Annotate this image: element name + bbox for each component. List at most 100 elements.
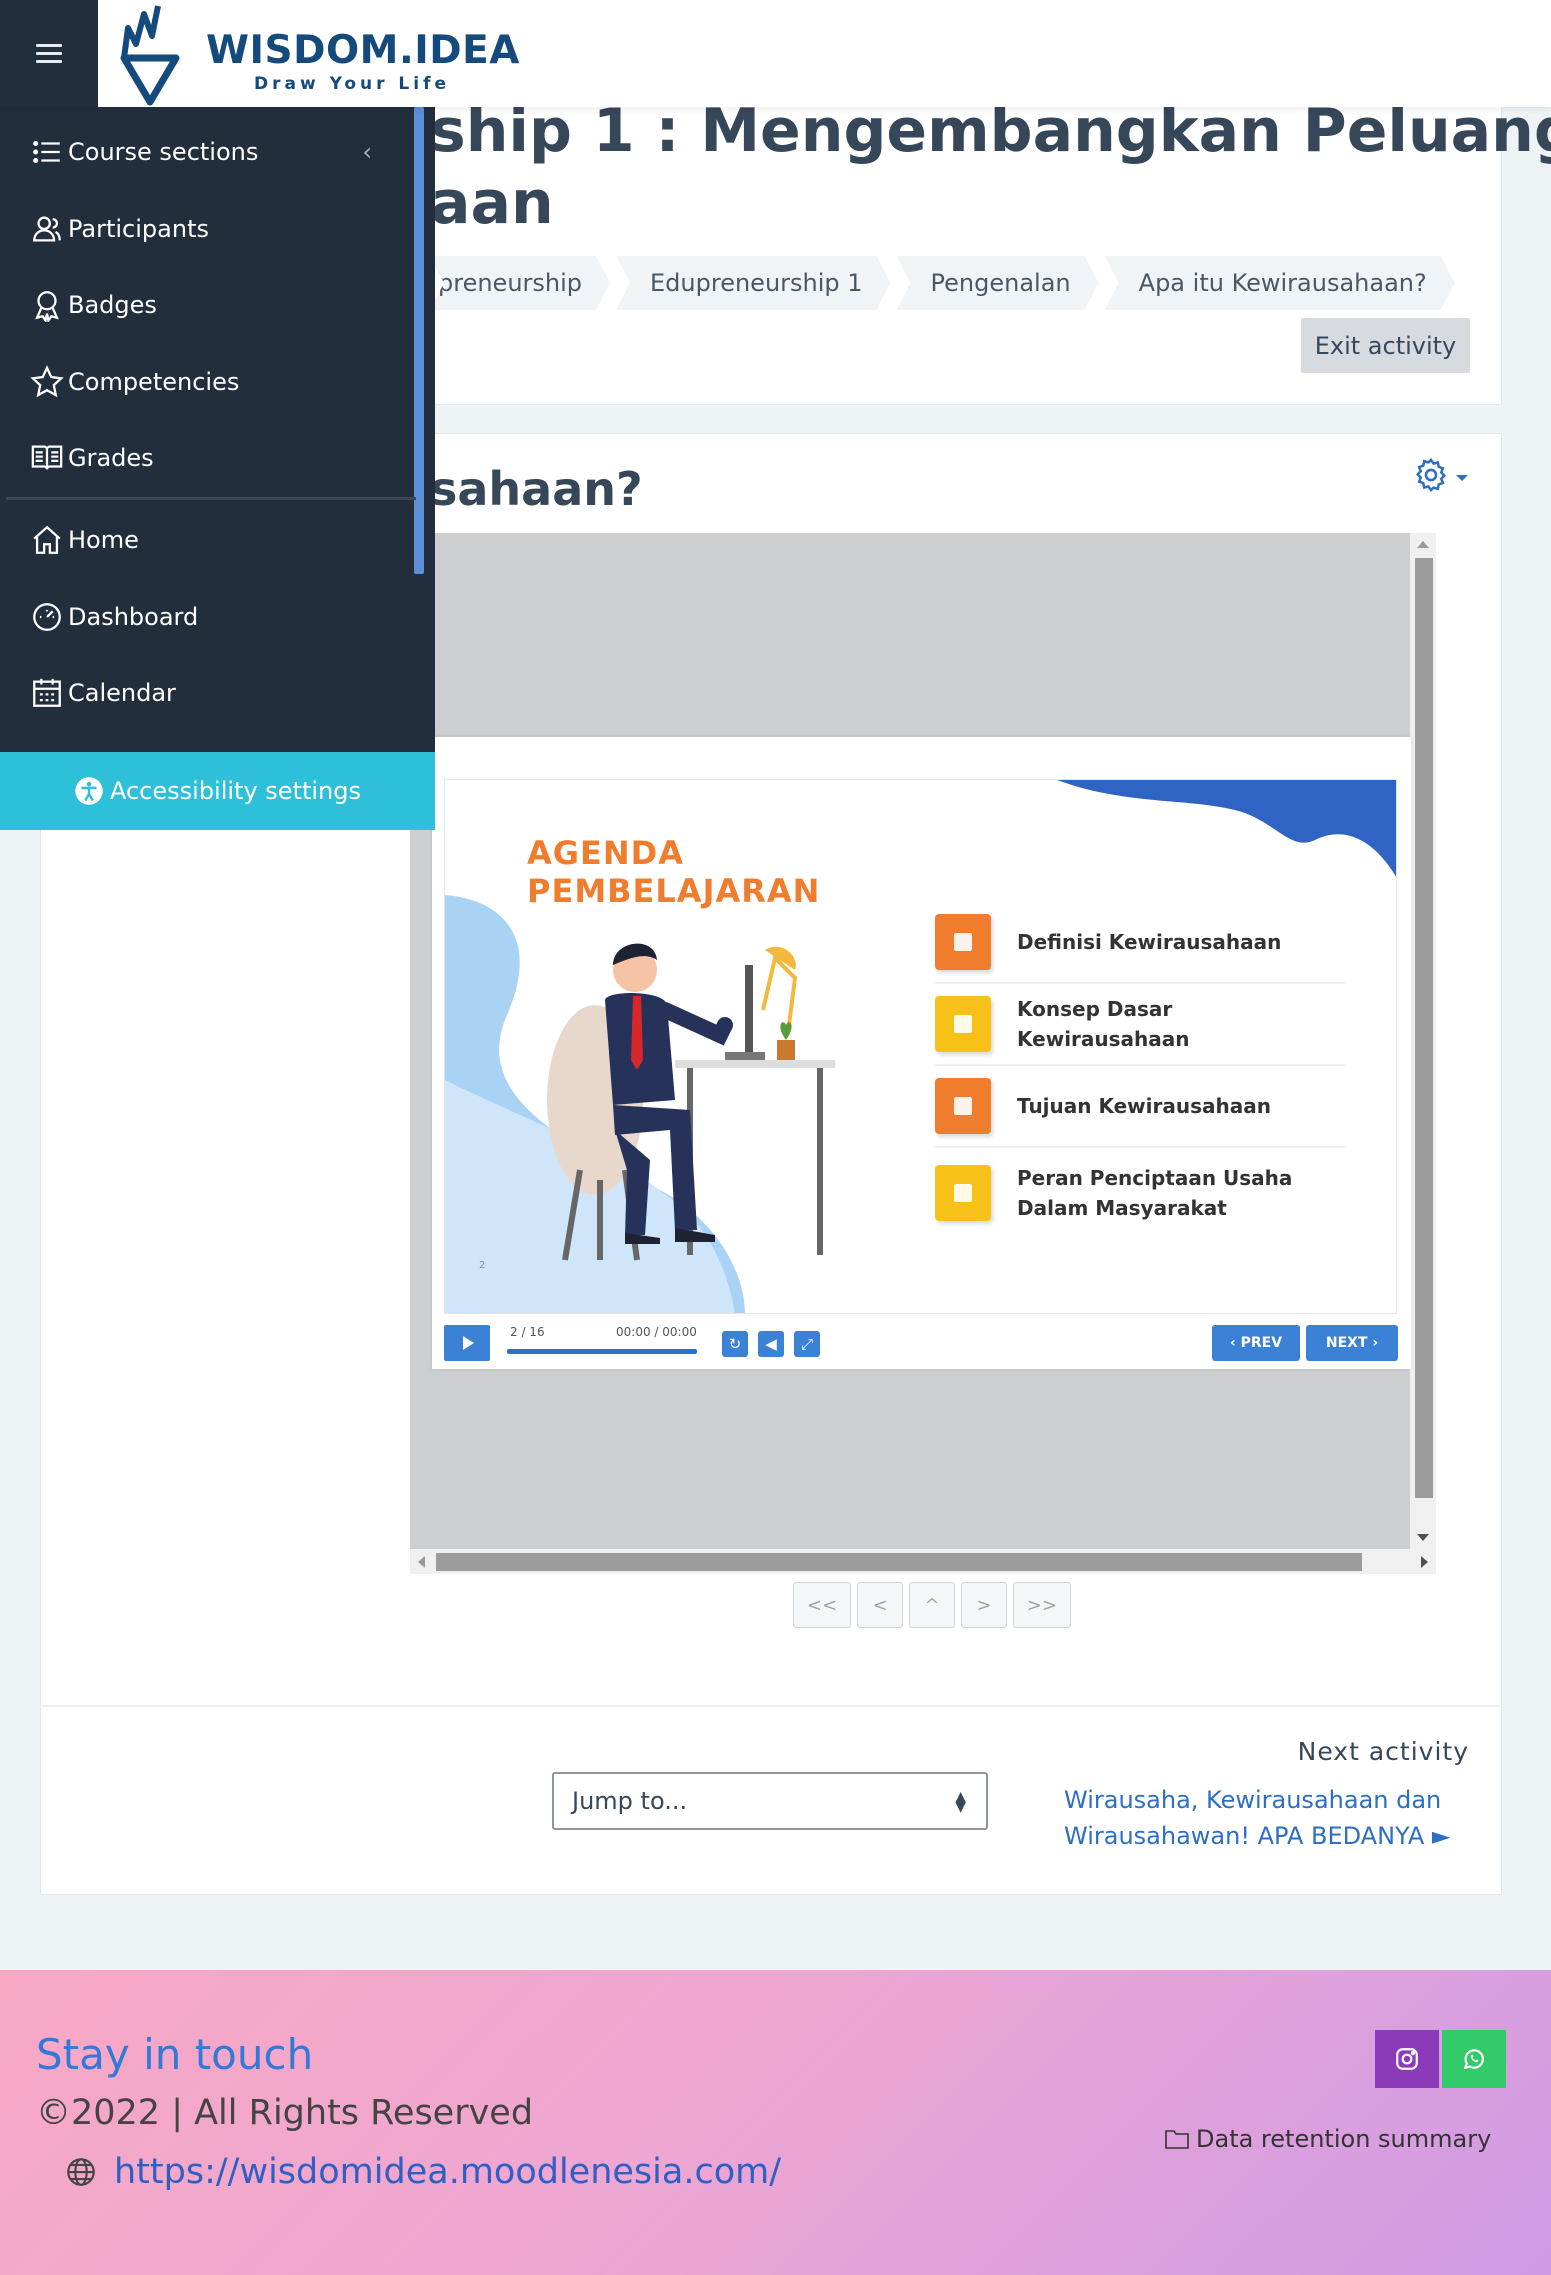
fullscreen-icon[interactable]: ⤢ (794, 1331, 820, 1357)
prev-slide-button[interactable]: ‹ PREV (1212, 1325, 1300, 1361)
agenda-heading-line-2: PEMBELAJARAN (527, 872, 821, 910)
drawer-scrollbar[interactable] (414, 107, 424, 574)
calendar-icon (33, 678, 61, 707)
first-page-button[interactable]: << (793, 1582, 851, 1628)
replay-icon[interactable]: ↻ (722, 1331, 748, 1357)
course-index-drawer: Course sections ‹ Participants Badges Co… (0, 107, 435, 830)
scrollbar-thumb[interactable] (1415, 558, 1433, 1498)
copyright-text: ©2022 | All Rights Reserved (36, 2093, 534, 2133)
site-link[interactable]: https://wisdomidea.moodlenesia.com/ (64, 2152, 781, 2192)
scroll-right-arrow-icon[interactable] (1421, 1556, 1428, 1568)
vertical-scrollbar[interactable] (1410, 533, 1436, 1549)
sidebar-item-course-sections[interactable]: Course sections ‹ (30, 127, 400, 177)
horizontal-scrollbar[interactable] (410, 1549, 1436, 1574)
menu-toggle-button[interactable] (0, 0, 98, 107)
scrollbar-thumb[interactable] (436, 1553, 1362, 1571)
next-page-button[interactable]: > (961, 1582, 1007, 1628)
accessibility-settings-button[interactable]: Accessibility settings (0, 752, 435, 830)
sidebar-item-label: Home (68, 526, 139, 554)
sidebar-item-label: Badges (68, 291, 157, 319)
agenda-item-label: Peran Penciptaan Usaha Dalam Masyarakat (1017, 1166, 1293, 1220)
agenda-heading-line-1: AGENDA (527, 834, 684, 872)
scroll-left-arrow-icon[interactable] (418, 1556, 425, 1568)
instagram-button[interactable] (1375, 2030, 1439, 2088)
sidebar-item-calendar[interactable]: Calendar (30, 668, 176, 718)
gears-icon (935, 1165, 991, 1221)
activity-settings-menu[interactable] (1412, 455, 1474, 495)
top-navbar: WISDOM.IDEA Draw Your Life (0, 0, 1551, 107)
next-activity-link[interactable]: Wirausaha, Kewirausahaan dan Wirausahawa… (1064, 1782, 1464, 1854)
logo-mark-icon (120, 5, 180, 106)
site-url[interactable]: https://wisdomidea.moodlenesia.com/ (114, 2152, 781, 2192)
hamburger-icon (36, 39, 62, 68)
site-logo[interactable]: WISDOM.IDEA Draw Your Life (118, 0, 519, 107)
folder-icon (1165, 2130, 1189, 2149)
up-button[interactable]: ^ (909, 1582, 955, 1628)
gear-icon (1415, 458, 1447, 492)
agenda-heading: AGENDA PEMBELAJARAN (527, 834, 820, 910)
breadcrumb-item[interactable]: Pengenalan (897, 256, 1099, 310)
sidebar-item-grades[interactable]: Grades (30, 433, 154, 483)
star-icon (30, 365, 64, 398)
slide-progress-label: 2 / 16 (510, 1325, 545, 1339)
presentation-player: AGENDA PEMBELAJARAN Definisi Kewirausaha… (432, 737, 1411, 1369)
exit-activity-button[interactable]: Exit activity (1301, 318, 1470, 373)
play-button[interactable] (444, 1325, 490, 1361)
agenda-item: Peran Penciptaan Usaha Dalam Masyarakat (935, 1148, 1345, 1238)
divider (40, 1705, 1502, 1707)
breadcrumb-item[interactable]: Edupreneurship 1 (616, 256, 891, 310)
document-icon (935, 914, 991, 970)
agenda-item: Tujuan Kewirausahaan (935, 1066, 1345, 1148)
dashboard-icon (33, 603, 61, 631)
sidebar-item-label: Dashboard (68, 603, 199, 631)
breadcrumb-item[interactable]: preneurship (430, 256, 610, 310)
next-slide-button[interactable]: NEXT › (1306, 1325, 1398, 1361)
brand-tagline: Draw Your Life (254, 74, 451, 94)
breadcrumb-item[interactable]: Apa itu Kewirausahaan? (1105, 256, 1455, 310)
sidebar-item-label: Competencies (68, 368, 240, 396)
slide-number: 2 (479, 1260, 486, 1271)
next-activity-label: Next activity (1297, 1737, 1469, 1766)
agenda-item-label: Konsep Dasar Kewirausahaan (1017, 997, 1190, 1051)
player-controls: 2 / 16 00:00 / 00:00 ↻ ◀ ⤢ ‹ PREV NEXT › (444, 1325, 1398, 1361)
previous-page-button[interactable]: < (857, 1582, 903, 1628)
breadcrumb: preneurship Edupreneurship 1 Pengenalan … (430, 256, 1461, 310)
stay-in-touch-heading: Stay in touch (36, 2030, 314, 2079)
sidebar-item-label: Calendar (68, 679, 176, 707)
chevron-left-icon[interactable]: ‹ (362, 138, 372, 166)
sidebar-item-label: Course sections (68, 138, 259, 166)
businessman-illustration (547, 943, 835, 1261)
agenda-list: Definisi Kewirausahaan Konsep Dasar Kewi… (935, 902, 1345, 1238)
progress-bar[interactable] (507, 1349, 697, 1354)
sidebar-item-dashboard[interactable]: Dashboard (30, 592, 198, 642)
sidebar-item-participants[interactable]: Participants (30, 204, 209, 254)
agenda-item-label: Tujuan Kewirausahaan (1017, 1094, 1271, 1118)
data-retention-label: Data retention summary (1196, 2125, 1492, 2153)
jump-to-select[interactable]: Jump to... ▲ ▼ (552, 1772, 988, 1830)
sidebar-divider (6, 497, 416, 500)
volume-icon[interactable]: ◀ (758, 1331, 784, 1357)
activity-title: sahaan? (430, 462, 643, 516)
people-icon (935, 1078, 991, 1134)
data-retention-link[interactable]: Data retention summary (1164, 2125, 1491, 2153)
last-page-button[interactable]: >> (1013, 1582, 1071, 1628)
scroll-up-arrow-icon[interactable] (1417, 541, 1429, 548)
sidebar-item-badges[interactable]: Badges (30, 280, 157, 330)
agenda-item-label: Definisi Kewirausahaan (1017, 930, 1282, 954)
sidebar-item-home[interactable]: Home (30, 515, 139, 565)
page-navigation: << < ^ > >> (793, 1582, 1077, 1628)
whatsapp-button[interactable] (1442, 2030, 1506, 2088)
slide: AGENDA PEMBELAJARAN Definisi Kewirausaha… (444, 779, 1397, 1314)
instagram-icon (1396, 2048, 1418, 2070)
participants-icon (33, 216, 61, 242)
time-label: 00:00 / 00:00 (616, 1325, 697, 1339)
accessibility-icon (75, 777, 103, 805)
sidebar-item-competencies[interactable]: Competencies (30, 357, 239, 407)
scroll-down-arrow-icon[interactable] (1417, 1534, 1429, 1541)
jump-to-value: Jump to... (572, 1787, 688, 1815)
page-title: ship 1 : Mengembangkan Peluang aan (430, 95, 1551, 239)
sidebar-item-label: Grades (68, 444, 154, 472)
agenda-item: Definisi Kewirausahaan (935, 902, 1345, 984)
sidebar-item-label: Participants (68, 215, 209, 243)
list-icon (33, 140, 60, 164)
